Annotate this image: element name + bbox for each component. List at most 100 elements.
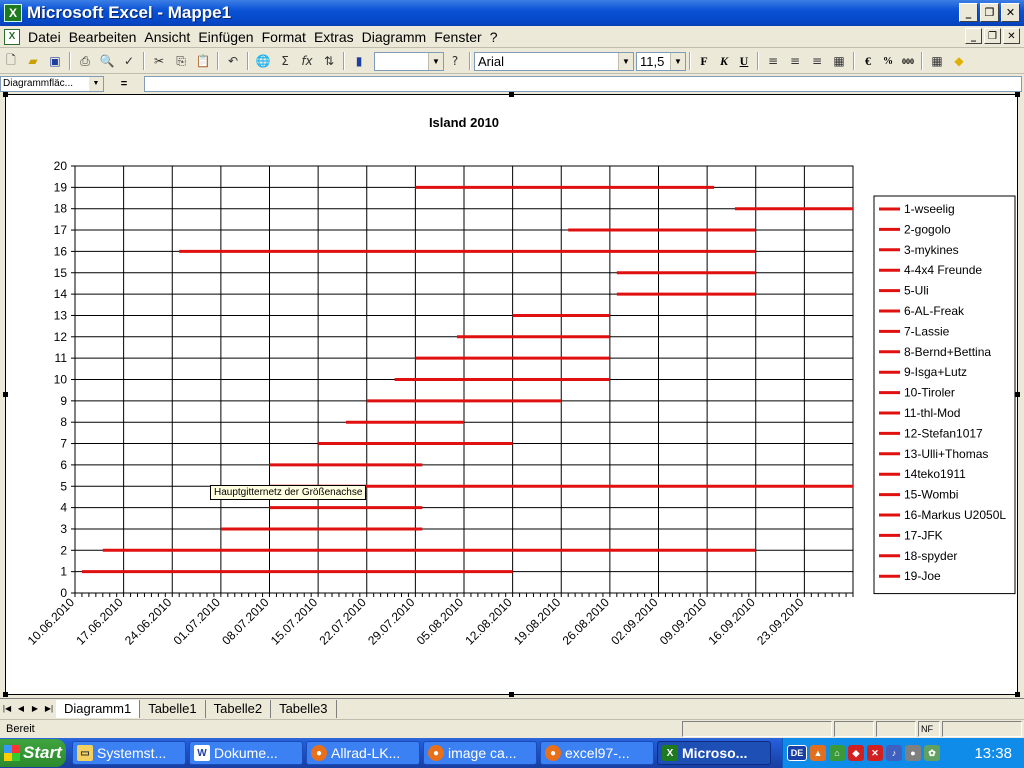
task-dokument[interactable]: W Dokume... (189, 741, 303, 765)
legend-label: 10-Tiroler (904, 386, 955, 400)
resize-handle[interactable] (509, 92, 514, 97)
open-icon[interactable]: ▰ (22, 50, 44, 72)
resize-handle[interactable] (1015, 92, 1020, 97)
task-allrad[interactable]: ● Allrad-LK... (306, 741, 420, 765)
formula-input[interactable] (144, 75, 1022, 92)
name-box[interactable]: Diagrammfläc... ▼ (0, 75, 104, 92)
percent-button[interactable]: % (878, 51, 898, 71)
align-left-icon[interactable]: ≡ (762, 50, 784, 72)
x-tick-label: 23.09.2010 (754, 595, 807, 648)
menu-bearbeiten[interactable]: Bearbeiten (65, 29, 141, 45)
prev-sheet-icon[interactable]: ◀ (14, 701, 28, 717)
y-tick-label: 13 (54, 308, 68, 322)
menu-extras[interactable]: Extras (310, 29, 358, 45)
fill-color-icon[interactable]: ◆ (948, 50, 970, 72)
menu-einfuegen[interactable]: Einfügen (194, 29, 257, 45)
cut-icon[interactable]: ✂ (148, 50, 170, 72)
new-icon[interactable]: 🗋 (0, 50, 22, 72)
chart-wizard-icon[interactable]: ▮ (348, 50, 370, 72)
resize-handle[interactable] (3, 92, 8, 97)
status-cell (682, 721, 832, 737)
last-sheet-icon[interactable]: ▶| (42, 701, 56, 717)
align-right-icon[interactable]: ≡ (806, 50, 828, 72)
task-image-capture[interactable]: ● image ca... (423, 741, 537, 765)
underline-button[interactable]: U (734, 51, 754, 71)
menu-ansicht[interactable]: Ansicht (140, 29, 194, 45)
font-size-combo[interactable]: 11,5 ▼ (636, 51, 686, 71)
y-tick-label: 6 (60, 458, 67, 472)
menu-diagramm[interactable]: Diagramm (358, 29, 431, 45)
resize-handle[interactable] (1015, 392, 1020, 397)
tray-app-icon[interactable]: ▲ (810, 745, 826, 761)
tray-misc-icon[interactable]: ● (905, 745, 921, 761)
security-icon[interactable]: ✕ (867, 745, 883, 761)
speaker-icon[interactable]: ♪ (886, 745, 902, 761)
copy-icon[interactable]: ⎘ (170, 50, 192, 72)
menu-fenster[interactable]: Fenster (430, 29, 485, 45)
sort-icon[interactable]: ⇅ (318, 50, 340, 72)
bold-button[interactable]: F (694, 51, 714, 71)
next-sheet-icon[interactable]: ▶ (28, 701, 42, 717)
italic-button[interactable]: K (714, 51, 734, 71)
separator (69, 52, 71, 70)
separator (143, 52, 145, 70)
help-icon[interactable]: ? (444, 50, 466, 72)
doc-minimize-button[interactable]: _ (965, 28, 982, 44)
legend-label: 11-thl-Mod (904, 406, 960, 420)
minimize-button[interactable]: _ (959, 3, 978, 22)
tab-diagramm1[interactable]: Diagramm1 (56, 699, 141, 718)
spellcheck-icon[interactable]: ✓ (118, 50, 140, 72)
paste-icon[interactable]: 📋 (192, 50, 214, 72)
function-icon[interactable]: fx (296, 50, 318, 72)
print-preview-icon[interactable]: 🔍 (96, 50, 118, 72)
language-indicator[interactable]: DE (787, 745, 807, 761)
task-excel97[interactable]: ● excel97-... (540, 741, 654, 765)
y-tick-label: 8 (60, 415, 67, 429)
windows-logo-icon (4, 745, 20, 761)
tray-misc-icon[interactable]: ✿ (924, 745, 940, 761)
resize-handle[interactable] (3, 692, 8, 697)
x-tick-label: 26.08.2010 (560, 595, 613, 648)
start-button[interactable]: Start (0, 739, 66, 767)
borders-icon[interactable]: ▦ (926, 50, 948, 72)
first-sheet-icon[interactable]: |◀ (0, 701, 14, 717)
doc-close-button[interactable]: ✕ (1003, 28, 1020, 44)
menu-datei[interactable]: Datei (24, 29, 65, 45)
restore-button[interactable]: ❐ (980, 3, 999, 22)
task-microsoft-excel[interactable]: X Microso... (657, 741, 771, 765)
network-icon[interactable]: ⌂ (829, 745, 845, 761)
save-icon[interactable]: ▣ (44, 50, 66, 72)
merge-center-icon[interactable]: ▦ (828, 50, 850, 72)
hyperlink-icon[interactable]: 🌐 (252, 50, 274, 72)
tab-tabelle2[interactable]: Tabelle2 (206, 699, 272, 718)
close-button[interactable]: ✕ (1001, 3, 1020, 22)
y-tick-label: 19 (54, 180, 68, 194)
document-icon[interactable]: X (4, 28, 20, 45)
font-name-combo[interactable]: Arial ▼ (474, 51, 634, 71)
gantt-chart[interactable]: Island 201001234567891011121314151617181… (6, 95, 1017, 694)
menu-help[interactable]: ? (486, 29, 502, 45)
tab-tabelle1[interactable]: Tabelle1 (140, 699, 206, 718)
legend-label: 9-Isga+Lutz (904, 365, 967, 379)
chart-area[interactable]: Island 2010 0 1 2 3 4 5 6 7 8 9 10 11 12 13 14 15 16 17 18 1… (3, 92, 1020, 697)
doc-restore-button[interactable]: ❐ (984, 28, 1001, 44)
resize-handle[interactable] (1015, 692, 1020, 697)
task-label: Allrad-LK... (331, 745, 401, 761)
task-systemsteuerung[interactable]: ▭ Systemst... (72, 741, 186, 765)
separator (689, 52, 691, 70)
currency-button[interactable]: € (858, 51, 878, 71)
undo-icon[interactable]: ↶ (222, 50, 244, 72)
resize-handle[interactable] (509, 692, 514, 697)
autosum-icon[interactable]: Σ (274, 50, 296, 72)
name-box-value: Diagrammfläc... (3, 78, 74, 89)
align-center-icon[interactable]: ≡ (784, 50, 806, 72)
tab-tabelle3[interactable]: Tabelle3 (271, 699, 337, 718)
chevron-down-icon: ▼ (670, 52, 685, 70)
zoom-combo[interactable]: ▼ (374, 51, 444, 71)
resize-handle[interactable] (3, 392, 8, 397)
print-icon[interactable]: ⎙ (74, 50, 96, 72)
antivirus-icon[interactable]: ◆ (848, 745, 864, 761)
legend-label: 8-Bernd+Bettina (904, 345, 991, 359)
thousands-button[interactable]: 000 (898, 51, 918, 71)
menu-format[interactable]: Format (258, 29, 310, 45)
